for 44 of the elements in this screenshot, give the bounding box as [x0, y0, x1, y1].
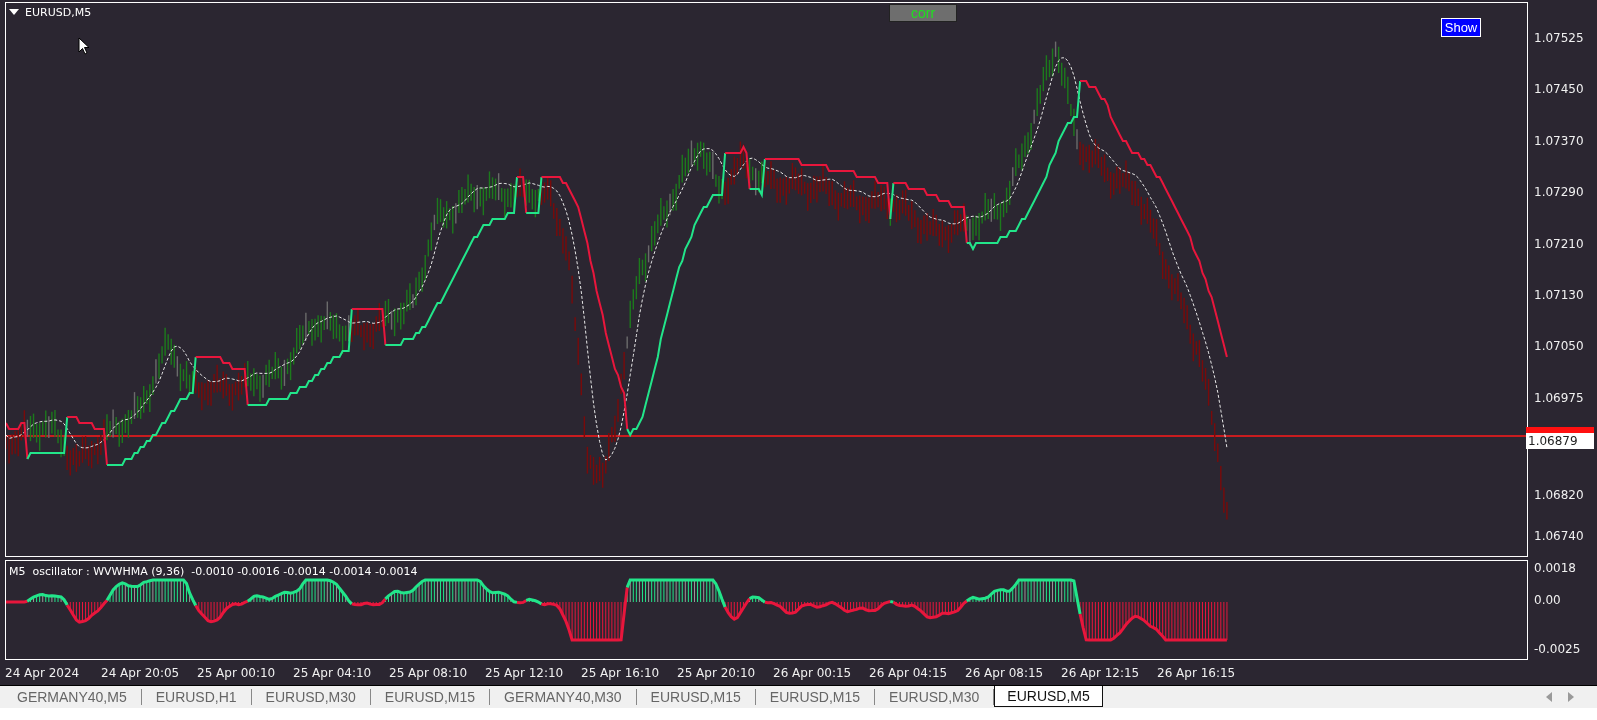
time-label: 25 Apr 08:10: [389, 666, 468, 680]
corr-button[interactable]: corr: [889, 4, 957, 22]
price-label: 1.07050: [1534, 339, 1584, 354]
time-label: 25 Apr 20:10: [677, 666, 756, 680]
chart-tab[interactable]: EURUSD,H1: [141, 689, 252, 705]
time-label: 25 Apr 04:10: [293, 666, 372, 680]
chart-tab[interactable]: EURUSD,M15: [636, 689, 756, 705]
oscillator-label: M5 oscillator : WVWHMA (9,36) -0.0010 -0.0016 -0.0014 -0.0014 -0.0014: [9, 565, 418, 578]
time-label: 24 Apr 2024: [5, 666, 80, 680]
time-label: 26 Apr 04:15: [869, 666, 948, 680]
price-label: 1.07525: [1534, 31, 1584, 45]
time-label: 25 Apr 12:10: [485, 666, 564, 680]
chart-symbol: EURUSD,M5: [25, 6, 92, 19]
chart-tab[interactable]: GERMANY40,M30: [490, 689, 637, 705]
current-price-label: 1.06879: [1526, 433, 1594, 449]
oscillator-value-label: 0.0018: [1534, 561, 1576, 575]
price-label: 1.06740: [1534, 529, 1584, 543]
oscillator-value-label: -0.0025: [1534, 642, 1581, 656]
time-label: 26 Apr 00:15: [773, 666, 852, 680]
time-label: 26 Apr 12:15: [1061, 666, 1140, 680]
price-label: 1.06975: [1534, 390, 1584, 405]
show-button[interactable]: Show: [1441, 18, 1481, 37]
chart-tab[interactable]: EURUSD,M15: [370, 689, 491, 705]
time-label: 25 Apr 00:10: [197, 666, 276, 680]
cursor-icon: [78, 37, 90, 55]
oscillator-value-label: 0.00: [1534, 593, 1561, 607]
chart-tab[interactable]: EURUSD,M30: [251, 689, 371, 705]
price-marker: [1526, 427, 1594, 433]
scroll-right-icon[interactable]: [1567, 692, 1575, 702]
time-label: 25 Apr 16:10: [581, 666, 660, 680]
time-label: 24 Apr 20:05: [101, 666, 180, 680]
chart-tab[interactable]: GERMANY40,M5: [3, 689, 142, 705]
chart-tab[interactable]: EURUSD,M5: [994, 686, 1103, 707]
price-label: 1.07210: [1534, 236, 1584, 251]
time-label: 26 Apr 16:15: [1157, 666, 1236, 680]
scroll-left-icon[interactable]: [1545, 692, 1553, 702]
price-label: 1.07130: [1534, 288, 1584, 302]
dropdown-icon[interactable]: [9, 9, 19, 16]
time-label: 26 Apr 08:15: [965, 666, 1044, 680]
price-label: 1.07290: [1534, 185, 1584, 200]
price-label: 1.06820: [1534, 488, 1584, 502]
chart-tab[interactable]: EURUSD,M15: [755, 689, 876, 705]
price-label: 1.07370: [1534, 133, 1584, 148]
price-label: 1.07450: [1534, 82, 1584, 97]
